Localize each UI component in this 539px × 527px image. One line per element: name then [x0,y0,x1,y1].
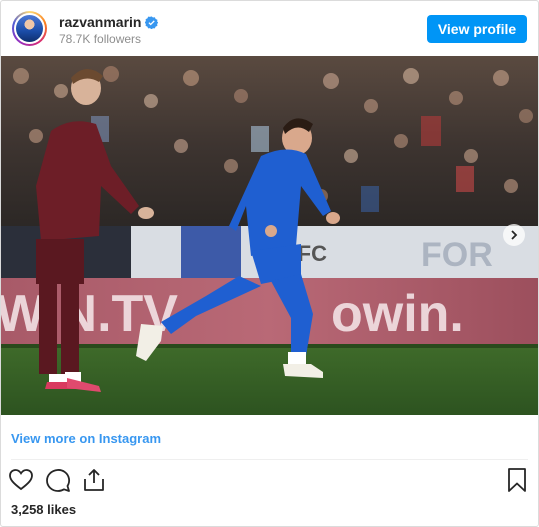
avatar-image [16,15,43,42]
post-photo[interactable]: EFC FOR WIN.TV owin. [1,56,538,415]
post-header: razvanmarin 78.7K followers View profile [1,1,538,56]
action-bar [1,467,538,495]
carousel-next-button[interactable] [503,224,525,246]
verified-badge-icon [145,15,159,29]
followers-count: 78.7K followers [59,32,142,46]
banner-owin: owin. [331,285,464,343]
username[interactable]: razvanmarin [59,14,141,30]
share-icon[interactable] [81,467,107,493]
view-profile-button[interactable]: View profile [427,15,527,43]
svg-text:FOR: FOR [421,236,493,274]
bookmark-icon[interactable] [504,467,530,493]
comment-icon[interactable] [45,467,71,493]
heart-icon[interactable] [8,467,34,493]
username-row: razvanmarin [59,14,159,30]
chevron-right-icon [511,230,518,240]
view-more-link[interactable]: View more on Instagram [11,431,161,446]
avatar[interactable] [12,11,47,46]
instagram-embed-card: razvanmarin 78.7K followers View profile [0,0,539,527]
match-photo: EFC FOR WIN.TV owin. [1,56,538,415]
divider [11,459,528,460]
likes-count: 3,258 likes [11,502,77,517]
